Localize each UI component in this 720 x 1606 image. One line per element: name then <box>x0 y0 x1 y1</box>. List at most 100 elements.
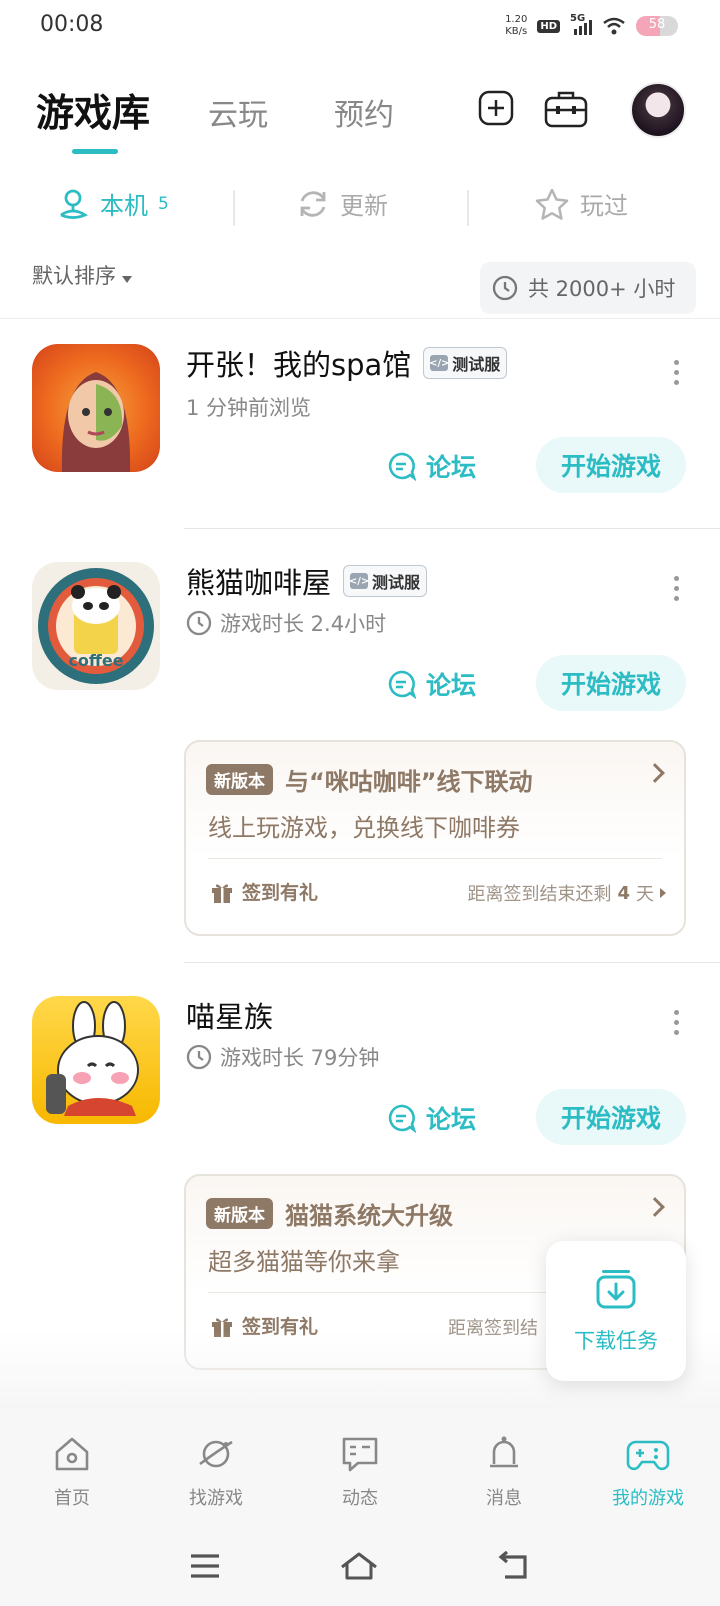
forum-button[interactable]: 论坛 <box>386 666 476 702</box>
nav-messages-label: 消息 <box>486 1488 522 1509</box>
nav-find-games[interactable]: 找游戏 <box>144 1410 288 1526</box>
remain-prefix: 距离签到结束还剩 <box>467 884 612 905</box>
total-hours-badge: 共 2000+ 小时 <box>480 262 696 314</box>
game-icon-cat-clan[interactable] <box>32 996 160 1124</box>
net-speed-unit: KB/s <box>505 26 528 37</box>
game-title[interactable]: 开张！我的spa馆 <box>186 342 411 384</box>
status-icons: 1.20 KB/s HD 5G 58 <box>505 13 678 38</box>
start-game-button[interactable]: 开始游戏 <box>536 655 686 711</box>
gift-icon <box>212 883 232 903</box>
net-speed: 1.20 KB/s <box>505 14 527 38</box>
forum-label: 论坛 <box>426 671 477 700</box>
game-title-row: 熊猫咖啡屋 </> 测试服 <box>186 560 428 602</box>
forum-label: 论坛 <box>426 453 477 482</box>
bell-icon <box>490 1436 518 1468</box>
game-title-row: 开张！我的spa馆 </> 测试服 <box>186 342 508 384</box>
panda-coffee-icon: coffee <box>38 568 154 684</box>
promo-card[interactable]: 新版本 与“咪咕咖啡”线下联动 线上玩游戏，兑换线下咖啡券 签到有礼 距离签到结… <box>184 740 686 936</box>
nav-my-games[interactable]: 我的游戏 <box>576 1410 720 1526</box>
subtab-update[interactable]: 更新 <box>296 186 388 221</box>
toolbox-icon[interactable] <box>544 90 588 128</box>
start-game-button[interactable]: 开始游戏 <box>536 1089 686 1145</box>
divider <box>467 190 469 226</box>
game-subtitle: 游戏时长 79分钟 <box>186 1042 379 1072</box>
more-options-icon[interactable] <box>674 1010 680 1035</box>
subtab-played[interactable]: 玩过 <box>534 186 628 221</box>
subtab-local[interactable]: 本机 5 <box>56 186 169 221</box>
forum-icon <box>388 670 416 699</box>
spa-character-icon <box>61 372 131 472</box>
subtab-local-label: 本机 <box>100 192 148 220</box>
sort-dropdown[interactable]: 默认排序 <box>32 260 132 290</box>
nav-messages[interactable]: 消息 <box>432 1410 576 1526</box>
home-icon <box>55 1437 89 1471</box>
remain-days: 4 <box>617 882 630 904</box>
tab-cloud-play[interactable]: 云玩 <box>208 90 268 134</box>
start-game-button[interactable]: 开始游戏 <box>536 437 686 493</box>
active-tab-indicator <box>72 149 118 154</box>
game-title[interactable]: 熊猫咖啡屋 <box>186 560 331 602</box>
planet-icon <box>199 1440 233 1468</box>
add-icon[interactable] <box>478 90 514 126</box>
game-icon-panda-cafe[interactable]: coffee <box>32 562 160 690</box>
battery-icon: 58 <box>636 16 678 36</box>
signal-icon: 5G <box>570 13 592 35</box>
game-icon-spa[interactable] <box>32 344 160 472</box>
caret-down-icon <box>122 275 132 283</box>
forum-icon <box>388 1104 416 1133</box>
network-type: 5G <box>570 13 586 24</box>
clock-icon <box>492 275 518 301</box>
remain-suffix: 天 <box>636 884 654 905</box>
checkin-gift[interactable]: 签到有礼 <box>210 878 318 905</box>
code-icon: </> <box>349 573 369 589</box>
forum-icon <box>388 452 416 481</box>
total-hours-text: 共 2000+ 小时 <box>528 277 676 301</box>
more-options-icon[interactable] <box>674 576 680 601</box>
refresh-icon <box>300 190 326 217</box>
home-button-icon[interactable] <box>339 1551 379 1581</box>
download-tasks-button[interactable]: 下载任务 <box>546 1241 686 1381</box>
bottom-nav: 首页 找游戏 动态 消息 我的游戏 <box>0 1410 720 1526</box>
rabbit-character-icon <box>46 1001 139 1116</box>
battery-level: 58 <box>648 17 666 32</box>
game-title[interactable]: 喵星族 <box>186 994 273 1036</box>
more-options-icon[interactable] <box>674 360 680 385</box>
nav-find-games-label: 找游戏 <box>189 1488 243 1509</box>
game-title-row: 喵星族 <box>186 994 273 1036</box>
download-tasks-label: 下载任务 <box>574 1329 658 1353</box>
badge-label: 测试服 <box>452 355 501 374</box>
back-icon[interactable] <box>497 1551 531 1581</box>
checkin-remaining[interactable]: 距离签到结束还剩 4 天 <box>467 880 666 906</box>
menu-icon[interactable] <box>189 1553 221 1579</box>
gamepad-icon <box>626 1440 670 1471</box>
tab-reservation[interactable]: 预约 <box>334 90 394 134</box>
divider <box>184 962 720 963</box>
nav-feed[interactable]: 动态 <box>288 1410 432 1526</box>
badge-label: 测试服 <box>372 573 421 592</box>
play-duration: 游戏时长 2.4小时 <box>220 612 387 636</box>
game-subtitle: 游戏时长 2.4小时 <box>186 608 386 638</box>
wifi-icon <box>603 17 625 35</box>
chevron-right-icon <box>645 763 665 783</box>
forum-label: 论坛 <box>426 1105 477 1134</box>
tab-game-library[interactable]: 游戏库 <box>36 82 150 137</box>
promo-desc: 线上玩游戏，兑换线下咖啡券 <box>208 814 520 842</box>
divider <box>208 858 662 859</box>
hd-icon: HD <box>537 19 560 33</box>
subtab-update-label: 更新 <box>340 192 388 220</box>
chevron-right-icon <box>645 1197 665 1217</box>
promo-title: 猫猫系统大升级 <box>285 1202 453 1230</box>
subtab-local-count: 5 <box>158 193 169 214</box>
forum-button[interactable]: 论坛 <box>386 448 476 484</box>
system-nav-bar <box>0 1526 720 1606</box>
new-version-tag: 新版本 <box>206 1198 273 1229</box>
nav-home[interactable]: 首页 <box>0 1410 144 1526</box>
divider <box>184 528 720 529</box>
divider <box>233 190 235 226</box>
forum-button[interactable]: 论坛 <box>386 1100 476 1136</box>
download-icon <box>596 1270 636 1309</box>
avatar[interactable] <box>630 82 686 138</box>
new-version-tag: 新版本 <box>206 764 273 795</box>
nav-home-label: 首页 <box>54 1488 90 1509</box>
subtab-played-label: 玩过 <box>580 192 628 220</box>
